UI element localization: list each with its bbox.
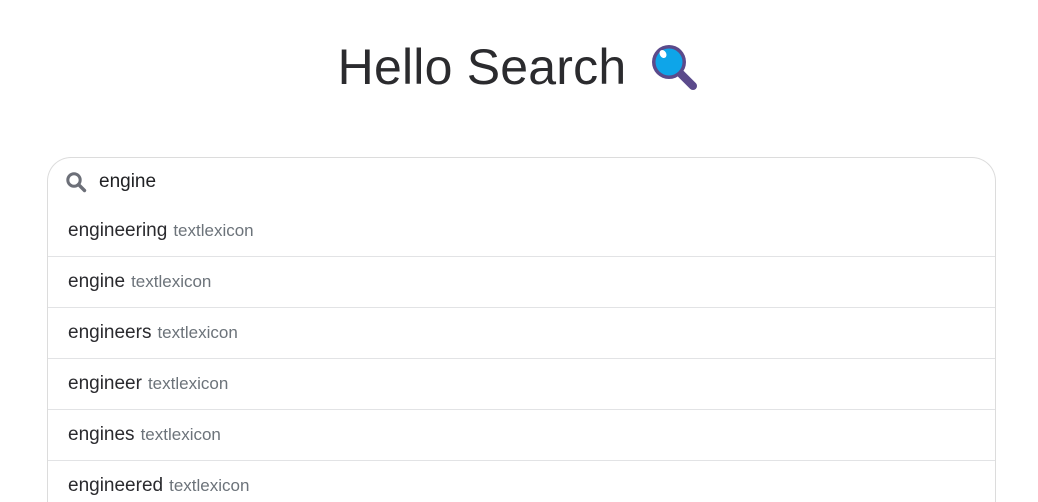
suggestion-item[interactable]: engineered textlexicon bbox=[48, 460, 995, 502]
suggestion-item[interactable]: engineering textlexicon bbox=[48, 206, 995, 256]
suggestion-source: textlexicon bbox=[131, 272, 212, 291]
suggestion-word: engineer bbox=[68, 373, 142, 394]
header: Hello Search bbox=[0, 36, 1038, 98]
suggestion-source: textlexicon bbox=[173, 221, 254, 240]
search-box: engineering textlexicon engine textlexic… bbox=[47, 157, 996, 502]
magnifying-glass-icon bbox=[648, 41, 700, 93]
suggestion-source: textlexicon bbox=[147, 374, 229, 393]
suggestion-word: engine bbox=[68, 271, 126, 292]
suggestion-source: textlexicon bbox=[157, 323, 238, 342]
suggestion-word: engineering bbox=[68, 220, 168, 241]
suggestion-item[interactable]: engineers textlexicon bbox=[48, 307, 995, 358]
search-icon bbox=[65, 171, 87, 193]
suggestion-word: engineers bbox=[68, 322, 152, 343]
suggestion-list: engineering textlexicon engine textlexic… bbox=[48, 206, 995, 502]
page: Hello Search engineering textlexi bbox=[0, 0, 1038, 502]
page-title: Hello Search bbox=[337, 39, 627, 95]
suggestion-source: textlexicon bbox=[140, 425, 221, 444]
search-row bbox=[48, 158, 995, 206]
suggestion-word: engineered bbox=[68, 475, 164, 496]
suggestion-source: textlexicon bbox=[169, 476, 250, 495]
suggestion-item[interactable]: engines textlexicon bbox=[48, 409, 995, 460]
suggestion-word: engines bbox=[68, 424, 135, 445]
suggestion-item[interactable]: engineer textlexicon bbox=[48, 358, 995, 409]
suggestion-item[interactable]: engine textlexicon bbox=[48, 256, 995, 307]
search-input[interactable] bbox=[99, 171, 899, 193]
